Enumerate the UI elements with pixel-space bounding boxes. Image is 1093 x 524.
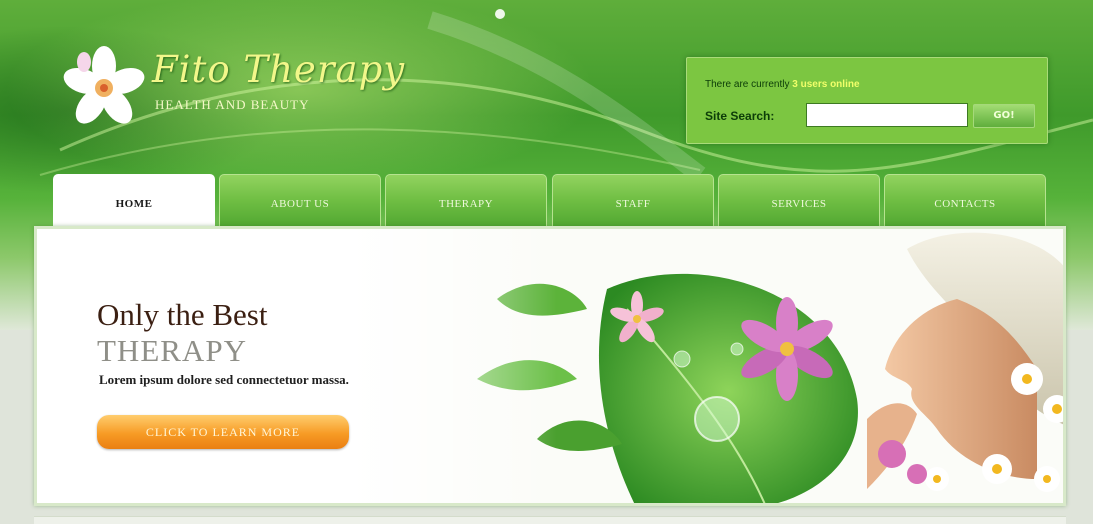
search-label: Site Search: — [705, 109, 775, 123]
online-count: 3 users online — [792, 79, 860, 90]
tab-services[interactable]: SERVICES — [718, 174, 880, 226]
tab-therapy[interactable]: THERAPY — [385, 174, 547, 226]
tab-about-us[interactable]: ABOUT US — [219, 174, 381, 226]
flower-logo-icon — [63, 46, 145, 124]
page: Fito Therapy HEALTH AND BEAUTY There are… — [0, 0, 1093, 524]
tab-home[interactable]: HOME — [53, 174, 215, 226]
brand-title: Fito Therapy — [152, 48, 406, 91]
hero-banner: Only the Best THERAPY Lorem ipsum dolore… — [34, 226, 1066, 506]
online-status: There are currently 3 users online — [705, 79, 860, 90]
content-strip — [34, 516, 1066, 524]
learn-more-button[interactable]: CLICK TO LEARN MORE — [97, 415, 349, 449]
search-go-button[interactable]: GO! — [973, 104, 1035, 128]
search-input[interactable] — [806, 103, 968, 127]
online-prefix: There are currently — [705, 79, 793, 90]
tab-contacts[interactable]: CONTACTS — [884, 174, 1046, 226]
hero-subhead: THERAPY — [97, 333, 247, 368]
brand-subtitle: HEALTH AND BEAUTY — [155, 97, 310, 112]
hero-headline: Only the Best — [97, 297, 268, 332]
hero-tagline: Lorem ipsum dolore sed connectetuor mass… — [99, 372, 349, 387]
search-panel: There are currently 3 users online Site … — [686, 57, 1048, 144]
tab-staff[interactable]: STAFF — [552, 174, 714, 226]
